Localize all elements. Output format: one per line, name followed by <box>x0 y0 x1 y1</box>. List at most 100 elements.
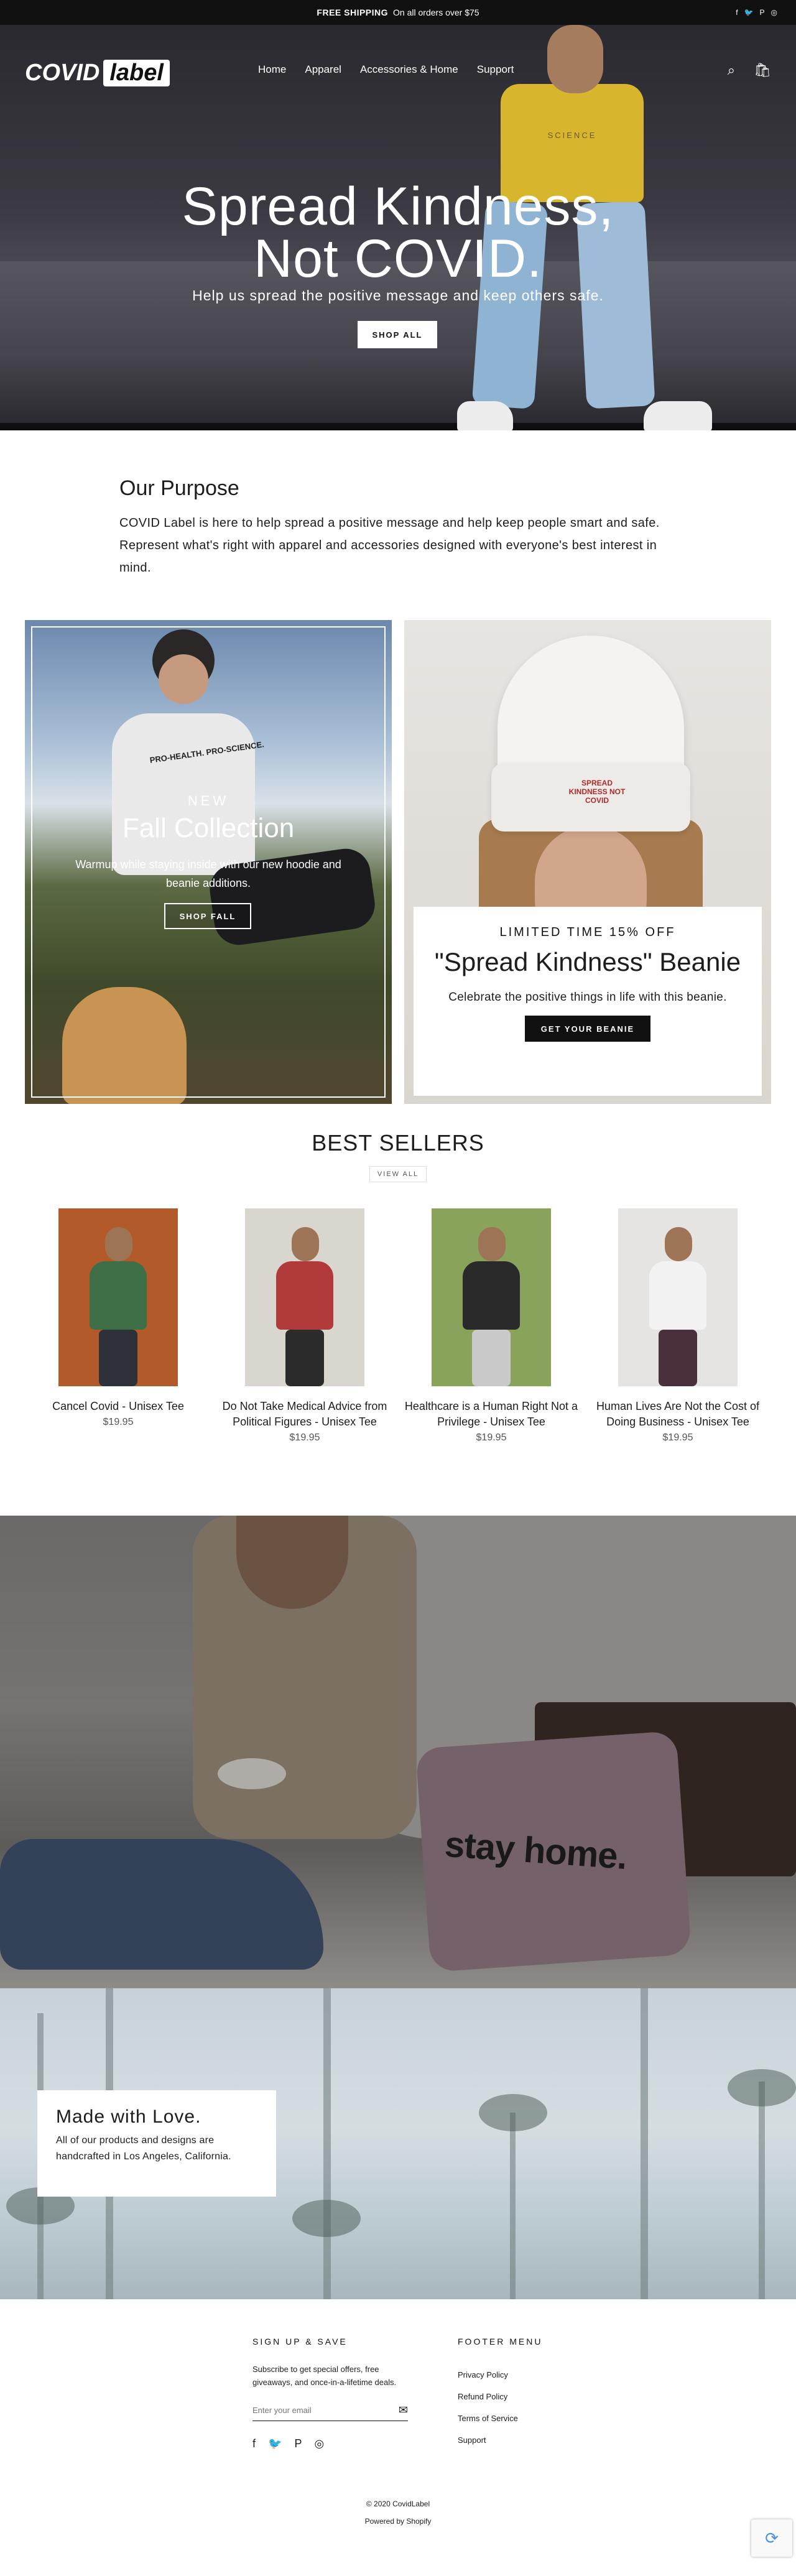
logo-text: COVID <box>25 60 100 86</box>
palm-fronds <box>728 2069 796 2106</box>
facebook-icon[interactable]: f <box>252 2437 256 2450</box>
stay-home-overlay <box>0 1516 796 1988</box>
made-with-love-card: Made with Love. All of our products and … <box>37 2090 276 2197</box>
product-price: $19.95 <box>662 1432 693 1443</box>
nav-support[interactable]: Support <box>477 63 514 76</box>
promo-fall-collection[interactable]: PRO-HEALTH. PRO-SCIENCE. NEW Fall Collec… <box>25 620 392 1104</box>
bestsellers-title: BEST SELLERS <box>312 1130 484 1156</box>
hero-title: Spread Kindness, Not COVID. <box>0 180 796 285</box>
product-card[interactable]: Do Not Take Medical Advice from Politica… <box>211 1208 398 1443</box>
promo-beanie[interactable]: SPREAD KINDNESS NOT COVID LIMITED TIME 1… <box>404 620 771 1104</box>
shop-all-button[interactable]: SHOP ALL <box>358 321 437 348</box>
product-name[interactable]: Do Not Take Medical Advice from Politica… <box>211 1399 398 1430</box>
facebook-icon[interactable]: f <box>736 8 738 17</box>
footer-signup-text: Subscribe to get special offers, free gi… <box>252 2365 397 2387</box>
announcement-text: On all orders over $75 <box>393 7 479 17</box>
product-model-head <box>478 1227 506 1261</box>
footer-link-support[interactable]: Support <box>458 2435 486 2445</box>
cart-icon[interactable]: 🛍 <box>754 62 771 78</box>
product-model-legs <box>285 1330 324 1386</box>
product-price: $19.95 <box>476 1432 507 1443</box>
product-model-legs <box>472 1330 511 1386</box>
product-model-head <box>665 1227 692 1261</box>
promo-section: PRO-HEALTH. PRO-SCIENCE. NEW Fall Collec… <box>0 620 796 1130</box>
hero-title-line1: Spread Kindness, <box>182 177 614 236</box>
pinterest-icon[interactable]: P <box>760 8 765 17</box>
palm-trunk <box>510 2113 516 2299</box>
palm-fronds <box>292 2200 361 2237</box>
palm-trunk <box>641 1988 648 2299</box>
palm-trunk <box>759 2082 765 2299</box>
product-tee <box>649 1261 706 1330</box>
view-all-button[interactable]: VIEW ALL <box>369 1166 427 1182</box>
product-price: $19.95 <box>289 1432 320 1443</box>
bestsellers-section: BEST SELLERS VIEW ALL Cancel Covid - Uni… <box>0 1130 796 1516</box>
product-card[interactable]: Healthcare is a Human Right Not a Privil… <box>398 1208 585 1443</box>
footer-signup-label: SIGN UP & SAVE <box>252 2337 348 2347</box>
product-image[interactable] <box>245 1208 364 1386</box>
promo-left-title: Fall Collection <box>122 813 295 843</box>
product-image[interactable] <box>618 1208 738 1386</box>
hero-shoe-left <box>457 401 513 430</box>
purpose-text: COVID Label is here to help spread a pos… <box>119 516 660 575</box>
nav-home[interactable]: Home <box>258 63 286 76</box>
instagram-icon[interactable]: ◎ <box>771 8 777 17</box>
product-model-legs <box>659 1330 697 1386</box>
product-image[interactable] <box>432 1208 551 1386</box>
footer-link-privacy[interactable]: Privacy Policy <box>458 2370 508 2379</box>
promo-right-card: LIMITED TIME 15% OFF "Spread Kindness" B… <box>414 907 762 1096</box>
product-tee <box>276 1261 333 1330</box>
site-header: COVID label Home Apparel Accessories & H… <box>0 25 796 86</box>
hero-subtitle: Help us spread the positive message and … <box>192 287 604 303</box>
instagram-icon[interactable]: ◎ <box>314 2437 324 2450</box>
main-nav: Home Apparel Accessories & Home Support <box>258 63 514 76</box>
stay-home-image-section: stay home. <box>0 1516 796 1988</box>
product-name[interactable]: Healthcare is a Human Right Not a Privil… <box>398 1399 585 1430</box>
twitter-icon[interactable]: 🐦 <box>744 8 754 17</box>
header-icons: ⌕ 🛍 <box>728 62 771 78</box>
recaptcha-badge[interactable]: ⟳ <box>751 2519 792 2557</box>
promo-right-title: "Spread Kindness" Beanie <box>434 947 741 976</box>
product-price: $19.95 <box>103 1417 134 1427</box>
beanie-logo-text: SPREAD KINDNESS NOT COVID <box>568 779 626 805</box>
product-grid: Cancel Covid - Unisex Tee $19.95 Do Not … <box>0 1208 796 1443</box>
product-tee <box>90 1261 147 1330</box>
product-model-head <box>292 1227 319 1261</box>
submit-email-icon[interactable]: ✉ <box>399 2404 408 2417</box>
footer-powered-by[interactable]: Powered by Shopify <box>0 2517 796 2526</box>
promo-right-eyebrow: LIMITED TIME 15% OFF <box>499 925 676 939</box>
search-icon[interactable]: ⌕ <box>728 62 735 78</box>
pinterest-icon[interactable]: P <box>294 2437 302 2450</box>
promo-left-eyebrow: NEW <box>187 793 229 808</box>
made-with-love-text: All of our products and designs are hand… <box>56 2135 231 2162</box>
product-card[interactable]: Cancel Covid - Unisex Tee $19.95 <box>25 1208 211 1443</box>
footer-copyright: © 2020 CovidLabel <box>366 2500 430 2508</box>
product-tee <box>463 1261 520 1330</box>
product-model-head <box>105 1227 132 1261</box>
site-logo[interactable]: COVID label <box>25 60 170 86</box>
made-with-love-section: Made with Love. All of our products and … <box>0 1988 796 2299</box>
footer-link-refund[interactable]: Refund Policy <box>458 2392 507 2401</box>
hero-title-line2: Not COVID. <box>254 229 542 289</box>
shop-fall-button[interactable]: SHOP FALL <box>164 903 251 929</box>
product-name[interactable]: Human Lives Are Not the Cost of Doing Bu… <box>585 1399 771 1430</box>
footer-email-form: ✉ <box>252 2400 408 2421</box>
twitter-icon[interactable]: 🐦 <box>268 2437 282 2450</box>
footer-menu: FOOTER MENU Privacy Policy Refund Policy… <box>458 2337 582 2451</box>
site-footer: SIGN UP & SAVE Subscribe to get special … <box>0 2299 796 2562</box>
hero-shoe-right <box>644 401 712 430</box>
nav-accessories-home[interactable]: Accessories & Home <box>360 63 458 76</box>
footer-signup: SIGN UP & SAVE Subscribe to get special … <box>252 2337 414 2450</box>
footer-link-terms[interactable]: Terms of Service <box>458 2414 518 2423</box>
promo-left-desc: Warmup while staying inside with our new… <box>75 858 341 889</box>
get-your-beanie-button[interactable]: GET YOUR BEANIE <box>525 1016 650 1042</box>
product-card[interactable]: Human Lives Are Not the Cost of Doing Bu… <box>585 1208 771 1443</box>
palm-fronds <box>479 2094 547 2131</box>
hero-shirt-text: SCIENCE <box>547 131 597 140</box>
hero-section: SCIENCE COVID label Home Apparel Accesso… <box>0 25 796 430</box>
email-input[interactable] <box>252 2406 377 2415</box>
announcement-social: f 🐦 P ◎ <box>736 0 777 25</box>
product-name[interactable]: Cancel Covid - Unisex Tee <box>25 1399 211 1414</box>
nav-apparel[interactable]: Apparel <box>305 63 341 76</box>
product-image[interactable] <box>58 1208 178 1386</box>
